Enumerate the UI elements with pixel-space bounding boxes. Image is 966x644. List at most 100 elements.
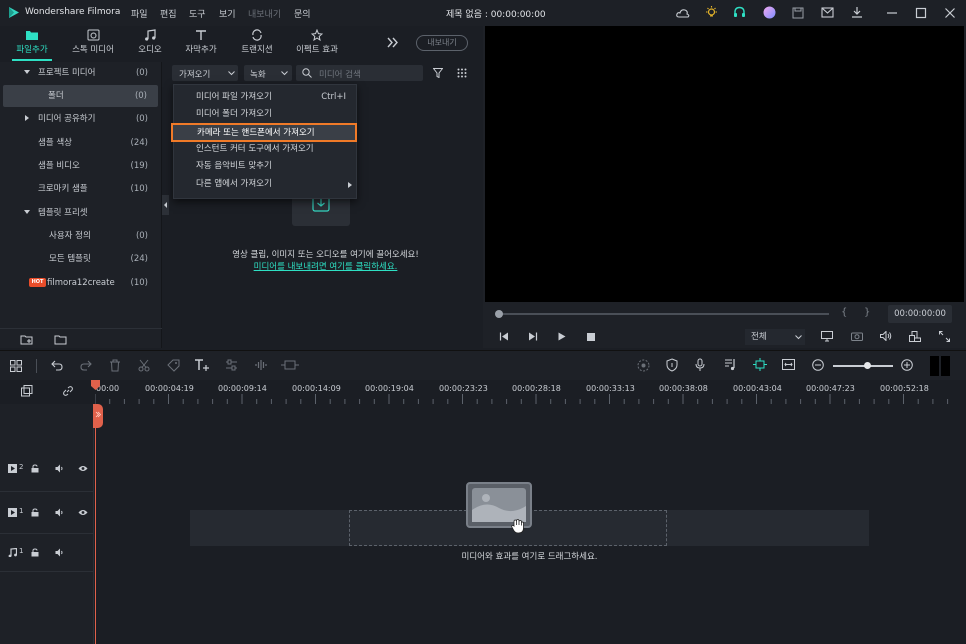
layout-grid-icon[interactable] bbox=[10, 360, 22, 372]
music-list-icon[interactable] bbox=[724, 358, 737, 371]
tab-transitions[interactable]: 트랜지션 bbox=[232, 26, 282, 62]
playback-slider[interactable] bbox=[497, 313, 829, 315]
text-add-icon[interactable] bbox=[194, 358, 210, 372]
zoom-slider[interactable] bbox=[833, 365, 893, 367]
playhead-line[interactable] bbox=[95, 404, 96, 644]
import-dropdown[interactable]: 가져오기 bbox=[172, 65, 238, 81]
lock-icon[interactable] bbox=[31, 548, 39, 557]
lock-icon[interactable] bbox=[31, 508, 39, 517]
snapshot-camera-icon[interactable] bbox=[851, 331, 863, 341]
filter-icon[interactable] bbox=[433, 68, 443, 78]
lightbulb-icon[interactable] bbox=[705, 6, 718, 19]
zoom-slider-handle[interactable] bbox=[864, 362, 871, 369]
menu-help[interactable]: 문의 bbox=[294, 7, 311, 20]
menu-view[interactable]: 보기 bbox=[219, 7, 236, 20]
split-icon[interactable] bbox=[281, 359, 299, 371]
monitor-icon[interactable] bbox=[821, 331, 833, 342]
fit-width-icon[interactable] bbox=[782, 359, 795, 370]
eye-icon[interactable] bbox=[78, 465, 88, 472]
playhead-marker[interactable] bbox=[93, 404, 103, 428]
quality-dropdown[interactable]: 전체 bbox=[745, 329, 805, 345]
record-dropdown[interactable]: 녹화 bbox=[244, 65, 292, 81]
more-tabs-icon[interactable] bbox=[387, 37, 399, 48]
tree-folder[interactable]: 폴더 (0) bbox=[3, 85, 158, 107]
link-icon[interactable] bbox=[62, 385, 74, 397]
step-back-icon[interactable] bbox=[499, 332, 509, 341]
menu-file[interactable]: 파일 bbox=[131, 7, 148, 20]
play-icon[interactable] bbox=[558, 332, 566, 341]
render-icon[interactable] bbox=[637, 359, 650, 372]
export-button[interactable]: 내보내기 bbox=[416, 35, 468, 51]
download-icon[interactable] bbox=[851, 6, 863, 19]
menu-tools[interactable]: 도구 bbox=[189, 7, 206, 20]
mail-icon[interactable] bbox=[821, 7, 834, 18]
headset-icon[interactable] bbox=[733, 6, 746, 19]
folder-outline-icon[interactable] bbox=[54, 334, 67, 345]
tree-project-media[interactable]: 프로젝트 미디어 (0) bbox=[0, 62, 162, 84]
collapse-panel-handle[interactable] bbox=[162, 195, 169, 215]
speaker-icon[interactable] bbox=[55, 508, 64, 517]
tree-count: (0) bbox=[135, 68, 148, 78]
volume-icon[interactable] bbox=[880, 331, 892, 341]
speaker-icon[interactable] bbox=[55, 548, 64, 557]
menu-item-import-other-apps[interactable]: 다른 앱에서 가져오기 bbox=[174, 176, 358, 193]
speaker-icon[interactable] bbox=[55, 464, 64, 473]
slider-handle[interactable] bbox=[495, 310, 503, 318]
shield-icon[interactable] bbox=[666, 358, 678, 372]
export-media-link[interactable]: 미디어를 내보내려면 여기를 클릭하세요. bbox=[169, 260, 482, 272]
microphone-icon[interactable] bbox=[695, 358, 705, 372]
menu-item-import-folder[interactable]: 미디어 폴더 가져오기 bbox=[174, 106, 358, 123]
save-icon[interactable] bbox=[792, 7, 804, 19]
tab-titles[interactable]: 자막추가 bbox=[176, 26, 226, 62]
menu-item-auto-beat-sync[interactable]: 자동 음악비트 맞추기 bbox=[174, 158, 358, 175]
maximize-icon[interactable] bbox=[915, 7, 927, 19]
zoom-in-icon[interactable] bbox=[901, 359, 913, 371]
tab-stock-media[interactable]: 스톡 미디어 bbox=[62, 26, 124, 62]
avatar-icon[interactable] bbox=[763, 6, 776, 19]
ai-snap-icon[interactable] bbox=[753, 358, 767, 371]
tree-sample-colors[interactable]: 샘플 색상 (24) bbox=[0, 132, 162, 154]
menu-item-import-files[interactable]: 미디어 파일 가져오기 Ctrl+I bbox=[174, 89, 358, 106]
stop-icon[interactable] bbox=[587, 333, 595, 341]
lock-icon[interactable] bbox=[31, 464, 39, 473]
search-box[interactable]: 미디어 검색 bbox=[296, 65, 423, 81]
tree-sample-video[interactable]: 샘플 비디오 (19) bbox=[0, 155, 162, 177]
image-placeholder-icon bbox=[472, 488, 526, 522]
fullscreen-icon[interactable] bbox=[939, 331, 950, 342]
tab-import[interactable]: 파일추가 bbox=[4, 26, 60, 62]
eye-icon[interactable] bbox=[78, 509, 88, 516]
add-track-icon[interactable] bbox=[21, 385, 33, 397]
adjust-icon[interactable] bbox=[225, 359, 238, 371]
cloud-icon[interactable] bbox=[676, 7, 690, 19]
new-folder-icon[interactable] bbox=[20, 334, 33, 345]
scissors-icon[interactable] bbox=[138, 359, 150, 372]
delete-icon[interactable] bbox=[109, 359, 121, 372]
audio-waveform-icon[interactable] bbox=[255, 359, 268, 371]
tree-all-templates[interactable]: 모든 템플릿 (24) bbox=[0, 248, 162, 270]
close-icon[interactable] bbox=[944, 7, 956, 19]
tab-audio[interactable]: 오디오 bbox=[128, 26, 172, 62]
tree-custom[interactable]: 사용자 정의 (0) bbox=[0, 225, 162, 247]
tree-template-presets[interactable]: 템플릿 프리셋 bbox=[0, 202, 162, 224]
tag-icon[interactable] bbox=[167, 359, 180, 372]
panel-toggle-icon[interactable] bbox=[930, 356, 952, 376]
menu-export[interactable]: 내보내기 bbox=[248, 7, 281, 20]
layout-icon[interactable] bbox=[909, 331, 921, 342]
tree-filmora-create[interactable]: HOT filmora12create (10) bbox=[0, 272, 162, 294]
menu-item-import-camera[interactable]: 카메라 또는 핸드폰에서 가져오기 bbox=[171, 123, 357, 142]
tab-effects[interactable]: 이펙트 효과 bbox=[288, 26, 346, 62]
minimize-icon[interactable] bbox=[886, 7, 898, 19]
redo-icon[interactable] bbox=[80, 360, 92, 371]
menu-item-import-instant-cutter[interactable]: 인스턴트 커터 도구에서 가져오기 bbox=[174, 141, 358, 158]
step-forward-icon[interactable] bbox=[528, 332, 538, 341]
ruler-scale[interactable]: 00:00 00:00:04:19 00:00:09:14 00:00:14:0… bbox=[95, 380, 966, 404]
tree-media-share[interactable]: 미디어 공유하기 (0) bbox=[0, 108, 162, 130]
zoom-out-icon[interactable] bbox=[812, 359, 824, 371]
mark-out-label[interactable]: } bbox=[864, 307, 870, 318]
undo-icon[interactable] bbox=[51, 360, 63, 371]
mark-in-label[interactable]: { bbox=[841, 307, 847, 318]
search-input[interactable]: 미디어 검색 bbox=[319, 68, 361, 80]
tree-chroma-key[interactable]: 크로마키 샘플 (10) bbox=[0, 178, 162, 200]
grid-view-icon[interactable] bbox=[457, 68, 467, 78]
menu-edit[interactable]: 편집 bbox=[160, 7, 177, 20]
